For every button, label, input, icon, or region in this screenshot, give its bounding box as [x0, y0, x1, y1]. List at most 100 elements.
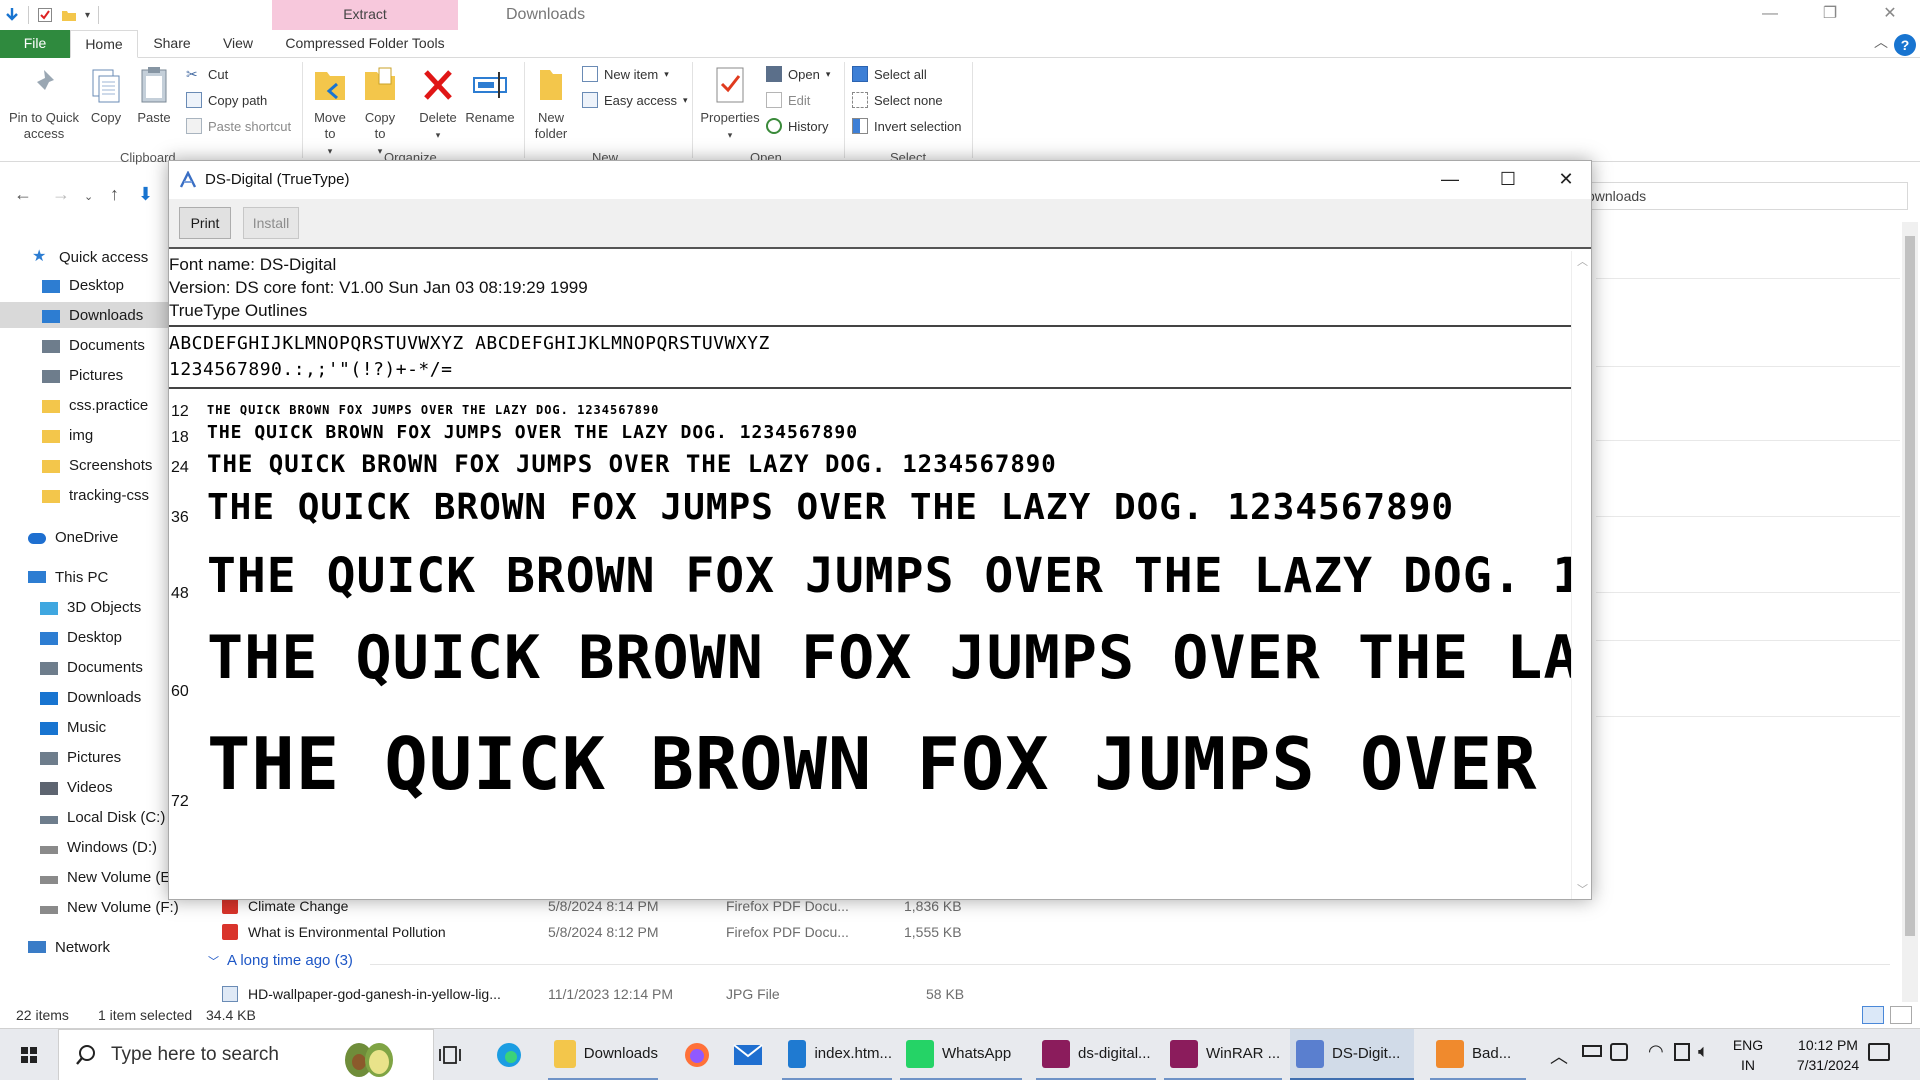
- nav-this-pc[interactable]: This PC: [28, 564, 108, 590]
- pin-to-quick-access-button[interactable]: Pin to Quick access: [6, 64, 82, 142]
- security-icon[interactable]: [1610, 1043, 1628, 1061]
- tab-share[interactable]: Share: [144, 30, 200, 58]
- minimize-button[interactable]: —: [1421, 161, 1479, 199]
- volume-icon[interactable]: 🔈︎: [1698, 1041, 1709, 1062]
- clock[interactable]: 10:12 PM 7/31/2024: [1780, 1035, 1876, 1075]
- rename-button[interactable]: Rename: [464, 64, 516, 126]
- properties-button[interactable]: Properties ▾: [696, 64, 764, 143]
- recent-locations-icon[interactable]: ⌄: [84, 190, 93, 203]
- ribbon-collapse-icon[interactable]: ︿: [1874, 32, 1888, 52]
- close-button[interactable]: ✕: [1537, 161, 1595, 199]
- details-view-icon[interactable]: [1862, 1006, 1884, 1024]
- file-row[interactable]: What is Environmental Pollution 5/8/2024…: [222, 920, 982, 944]
- file-list-scrollbar[interactable]: [1902, 222, 1918, 1002]
- nav-quick-access[interactable]: ★ Quick access: [32, 244, 148, 270]
- address-bar[interactable]: ownloads: [1580, 182, 1908, 210]
- copy-path-button[interactable]: Copy path: [186, 92, 267, 108]
- nav-item-pc[interactable]: Documents: [40, 654, 143, 680]
- nav-item-pc[interactable]: Music: [40, 714, 106, 740]
- taskbar-app-3[interactable]: ds-digital...: [1036, 1029, 1156, 1080]
- help-icon[interactable]: ?: [1894, 34, 1916, 56]
- nav-item-pc[interactable]: 3D Objects: [40, 594, 141, 620]
- open-button[interactable]: Open ▾: [766, 66, 830, 82]
- scroll-down-icon[interactable]: ﹀: [1577, 881, 1588, 897]
- large-icons-view-icon[interactable]: [1890, 1006, 1912, 1024]
- preview-scrollbar[interactable]: ︿ ﹀: [1571, 251, 1591, 899]
- taskbar-app-5[interactable]: DS-Digit...: [1290, 1029, 1414, 1080]
- select-all-button[interactable]: Select all: [852, 66, 927, 82]
- device-icon[interactable]: [1674, 1043, 1690, 1061]
- print-button[interactable]: Print: [179, 207, 231, 239]
- tab-compressed-folder-tools[interactable]: Compressed Folder Tools: [272, 30, 458, 58]
- nav-item-pc[interactable]: Windows (D:): [40, 834, 157, 860]
- taskbar-app-0[interactable]: Downloads: [548, 1029, 658, 1080]
- easy-access-button[interactable]: Easy access ▾: [582, 92, 688, 108]
- forward-arrow-icon[interactable]: →: [52, 184, 70, 205]
- invert-selection-button[interactable]: Invert selection: [852, 118, 961, 134]
- paste-shortcut-button[interactable]: Paste shortcut: [186, 118, 291, 134]
- delete-button[interactable]: Delete ▾: [414, 64, 462, 143]
- taskbar-app-6[interactable]: Bad...: [1430, 1029, 1526, 1080]
- taskbar-search-box[interactable]: Type here to search: [58, 1029, 434, 1080]
- nav-item-quick[interactable]: tracking-css: [0, 482, 196, 508]
- copy-button[interactable]: Copy: [84, 64, 128, 126]
- nav-item-pc[interactable]: Videos: [40, 774, 113, 800]
- properties-check-icon[interactable]: [37, 7, 53, 23]
- nav-item-quick[interactable]: css.practice: [0, 392, 196, 418]
- nav-item-quick[interactable]: Desktop: [0, 272, 196, 298]
- restore-button[interactable]: ❐: [1800, 0, 1860, 30]
- notifications-icon[interactable]: [1868, 1043, 1890, 1061]
- copy-to-button[interactable]: Copy to ▾: [358, 64, 402, 159]
- wifi-icon[interactable]: ◠: [1648, 1041, 1664, 1062]
- language-indicator[interactable]: ENG IN: [1728, 1035, 1768, 1075]
- nav-item-pc[interactable]: Desktop: [40, 624, 122, 650]
- folder-icon: [40, 691, 58, 705]
- scroll-up-icon[interactable]: ︿: [1577, 253, 1588, 269]
- battery-icon[interactable]: [1582, 1045, 1602, 1057]
- firefox-icon[interactable]: [682, 1040, 712, 1070]
- paste-button[interactable]: Paste: [132, 64, 176, 126]
- select-none-button[interactable]: Select none: [852, 92, 943, 108]
- nav-item-pc[interactable]: New Volume (E:: [40, 864, 175, 890]
- edge-icon[interactable]: [494, 1040, 524, 1070]
- nav-item-quick[interactable]: Screenshots: [0, 452, 196, 478]
- install-button[interactable]: Install: [243, 207, 299, 239]
- taskbar-app-4[interactable]: WinRAR ...: [1164, 1029, 1282, 1080]
- nav-item-pc[interactable]: Downloads: [40, 684, 141, 710]
- tab-view[interactable]: View: [210, 30, 266, 58]
- nav-onedrive[interactable]: OneDrive: [28, 524, 118, 550]
- group-header[interactable]: ﹀ A long time ago (3): [208, 952, 353, 969]
- nav-item-pc[interactable]: Local Disk (C:): [40, 804, 165, 830]
- download-arrow-icon[interactable]: [4, 7, 20, 23]
- move-to-button[interactable]: Move to ▾: [308, 64, 352, 159]
- mail-icon[interactable]: [732, 1041, 764, 1069]
- task-view-icon[interactable]: [438, 1043, 462, 1067]
- nav-item-quick[interactable]: img: [0, 422, 196, 448]
- status-bar: 22 items 1 item selected 34.4 KB: [0, 1002, 1920, 1028]
- cut-button[interactable]: ✂ Cut: [186, 66, 228, 82]
- scrollbar-thumb[interactable]: [1905, 236, 1915, 936]
- taskbar-app-1[interactable]: index.htm...: [782, 1029, 892, 1080]
- up-arrow-icon[interactable]: ↑: [110, 184, 119, 205]
- tab-home[interactable]: Home: [70, 30, 138, 58]
- history-button[interactable]: History: [766, 118, 828, 134]
- new-folder-icon[interactable]: [61, 7, 77, 23]
- maximize-button[interactable]: ☐: [1479, 161, 1537, 199]
- nav-item-pc[interactable]: Pictures: [40, 744, 121, 770]
- new-folder-button[interactable]: New folder: [530, 64, 572, 142]
- edit-button[interactable]: Edit: [766, 92, 810, 108]
- close-button[interactable]: ✕: [1860, 0, 1920, 30]
- start-button[interactable]: [0, 1029, 58, 1080]
- nav-item-quick[interactable]: Pictures: [0, 362, 196, 388]
- back-arrow-icon[interactable]: ←: [14, 184, 32, 205]
- nav-item-quick[interactable]: Downloads: [0, 302, 196, 328]
- minimize-button[interactable]: —: [1740, 0, 1800, 30]
- tab-file[interactable]: File: [0, 30, 70, 58]
- nav-item-pc[interactable]: New Volume (F:): [40, 894, 179, 920]
- new-item-button[interactable]: New item ▾: [582, 66, 669, 82]
- qat-dropdown-icon[interactable]: ▾: [85, 10, 90, 21]
- show-hidden-icons-icon[interactable]: ︿: [1550, 1043, 1568, 1069]
- nav-network[interactable]: Network: [28, 934, 110, 960]
- nav-item-quick[interactable]: Documents: [0, 332, 196, 358]
- taskbar-app-2[interactable]: WhatsApp: [900, 1029, 1022, 1080]
